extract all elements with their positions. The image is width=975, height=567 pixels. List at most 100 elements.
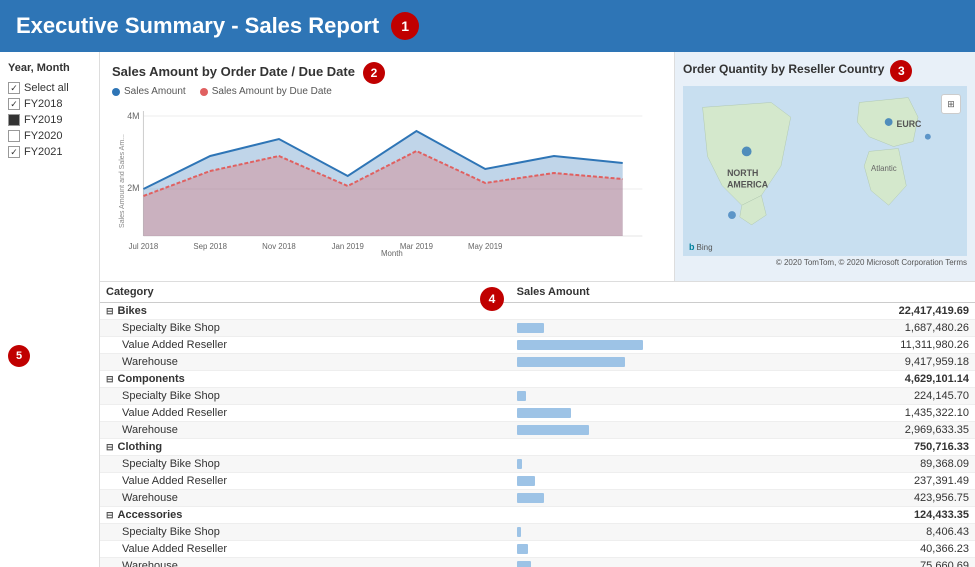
bar-cell xyxy=(511,320,721,337)
bar-cell xyxy=(511,405,721,422)
category-label: ⊟Components xyxy=(100,371,511,388)
sidebar-title: Year, Month xyxy=(8,62,91,74)
sidebar-label-fy2020: FY2020 xyxy=(24,130,63,142)
sub-label: Specialty Bike Shop xyxy=(100,388,511,405)
amount-value: 2,969,633.35 xyxy=(721,422,975,439)
fy2020-checkbox[interactable] xyxy=(8,130,20,142)
table-row: ⊟Components 4,629,101.14 xyxy=(100,371,975,388)
map-icon-button[interactable]: ⊞ xyxy=(941,94,961,114)
sidebar-item-fy2019[interactable]: FY2019 xyxy=(8,112,91,128)
category-label: ⊟Accessories xyxy=(100,507,511,524)
line-chart-title: Sales Amount by Order Date / Due Date xyxy=(112,64,355,79)
amount-value: 9,417,959.18 xyxy=(721,354,975,371)
bar-cell xyxy=(511,541,721,558)
svg-text:Mar 2019: Mar 2019 xyxy=(400,242,434,251)
svg-text:Sep 2018: Sep 2018 xyxy=(193,242,227,251)
fy2019-checkbox[interactable] xyxy=(8,114,20,126)
bing-logo: bBing xyxy=(689,242,713,252)
col-header-category: Category xyxy=(100,282,511,303)
col-header-bar: Sales Amount xyxy=(511,282,721,303)
sub-label: Value Added Reseller xyxy=(100,541,511,558)
svg-text:Month: Month xyxy=(381,249,403,256)
table-row: Specialty Bike Shop 89,368.09 xyxy=(100,456,975,473)
map-svg: NORTH AMERICA EURC Atlantic xyxy=(683,86,967,256)
header: Executive Summary - Sales Report 1 xyxy=(0,0,975,52)
table-badge: 4 xyxy=(480,287,504,311)
bing-footer: © 2020 TomTom, © 2020 Microsoft Corporat… xyxy=(683,258,967,267)
header-badge: 1 xyxy=(391,12,419,40)
sub-label: Warehouse xyxy=(100,558,511,567)
bar-cell xyxy=(511,337,721,354)
bar-cell xyxy=(511,490,721,507)
table-panel: 4 Category Sales Amount ⊟Bikes 22,417,41… xyxy=(100,282,975,567)
line-chart-badge: 2 xyxy=(363,62,385,84)
svg-text:EURC: EURC xyxy=(896,119,922,129)
map-badge: 3 xyxy=(890,60,912,82)
svg-text:4M: 4M xyxy=(127,111,139,121)
main-content: Year, Month Select all FY2018 FY2019 FY2… xyxy=(0,52,975,567)
amount-value: 22,417,419.69 xyxy=(721,303,975,320)
bar-cell xyxy=(511,303,721,320)
svg-text:Atlantic: Atlantic xyxy=(871,164,897,173)
col-header-amount xyxy=(721,282,975,303)
sub-label: Value Added Reseller xyxy=(100,405,511,422)
amount-value: 1,435,322.10 xyxy=(721,405,975,422)
sidebar-label-select-all: Select all xyxy=(24,82,69,94)
amount-value: 423,956.75 xyxy=(721,490,975,507)
svg-text:2M: 2M xyxy=(127,183,139,193)
chart-svg: 4M 2M xyxy=(112,101,662,256)
table-row: Value Added Reseller 40,366.23 xyxy=(100,541,975,558)
sub-label: Warehouse xyxy=(100,422,511,439)
fy2021-checkbox[interactable] xyxy=(8,146,20,158)
fy2018-checkbox[interactable] xyxy=(8,98,20,110)
bar-cell xyxy=(511,473,721,490)
svg-text:Jul 2018: Jul 2018 xyxy=(129,242,159,251)
legend-label-due: Sales Amount by Due Date xyxy=(212,86,332,97)
table-row: ⊟Accessories 124,433.35 xyxy=(100,507,975,524)
table-row: Warehouse 9,417,959.18 xyxy=(100,354,975,371)
svg-text:Sales Amount and Sales Am...: Sales Amount and Sales Am... xyxy=(119,134,126,228)
amount-value: 224,145.70 xyxy=(721,388,975,405)
select-all-checkbox[interactable] xyxy=(8,82,20,94)
svg-text:Jan 2019: Jan 2019 xyxy=(332,242,365,251)
data-table: Category Sales Amount ⊟Bikes 22,417,419.… xyxy=(100,282,975,567)
amount-value: 89,368.09 xyxy=(721,456,975,473)
sidebar-label-fy2018: FY2018 xyxy=(24,98,63,110)
table-row: ⊟Bikes 22,417,419.69 xyxy=(100,303,975,320)
table-row: Warehouse 75,660.69 xyxy=(100,558,975,567)
bar-cell xyxy=(511,371,721,388)
table-row: Specialty Bike Shop 1,687,480.26 xyxy=(100,320,975,337)
amount-value: 237,391.49 xyxy=(721,473,975,490)
amount-value: 750,716.33 xyxy=(721,439,975,456)
bar-cell xyxy=(511,388,721,405)
table-row: ⊟Clothing 750,716.33 xyxy=(100,439,975,456)
sidebar-badge: 5 xyxy=(8,345,30,367)
bar-cell xyxy=(511,354,721,371)
line-chart-panel: Sales Amount by Order Date / Due Date 2 … xyxy=(100,52,675,281)
chart-legend: Sales Amount Sales Amount by Due Date xyxy=(112,86,662,97)
map-panel: Order Quantity by Reseller Country 3 xyxy=(675,52,975,281)
amount-value: 11,311,980.26 xyxy=(721,337,975,354)
table-row: Warehouse 423,956.75 xyxy=(100,490,975,507)
amount-value: 8,406.43 xyxy=(721,524,975,541)
table-row: Value Added Reseller 237,391.49 xyxy=(100,473,975,490)
sub-label: Value Added Reseller xyxy=(100,473,511,490)
sub-label: Specialty Bike Shop xyxy=(100,524,511,541)
table-row: Warehouse 2,969,633.35 xyxy=(100,422,975,439)
bar-cell xyxy=(511,558,721,567)
bar-cell xyxy=(511,439,721,456)
sidebar-item-fy2018[interactable]: FY2018 xyxy=(8,96,91,112)
legend-dot-red xyxy=(200,88,208,96)
sidebar-item-fy2020[interactable]: FY2020 xyxy=(8,128,91,144)
sub-label: Specialty Bike Shop xyxy=(100,456,511,473)
sub-label: Value Added Reseller xyxy=(100,337,511,354)
sidebar-item-fy2021[interactable]: FY2021 xyxy=(8,144,91,160)
legend-dot-blue xyxy=(112,88,120,96)
legend-sales-amount: Sales Amount xyxy=(112,86,186,97)
sidebar: Year, Month Select all FY2018 FY2019 FY2… xyxy=(0,52,100,567)
sub-label: Warehouse xyxy=(100,490,511,507)
sidebar-item-select-all[interactable]: Select all xyxy=(8,80,91,96)
category-label: ⊟Clothing xyxy=(100,439,511,456)
bing-footer-text: © 2020 TomTom, © 2020 Microsoft Corporat… xyxy=(776,258,967,267)
svg-text:Nov 2018: Nov 2018 xyxy=(262,242,296,251)
